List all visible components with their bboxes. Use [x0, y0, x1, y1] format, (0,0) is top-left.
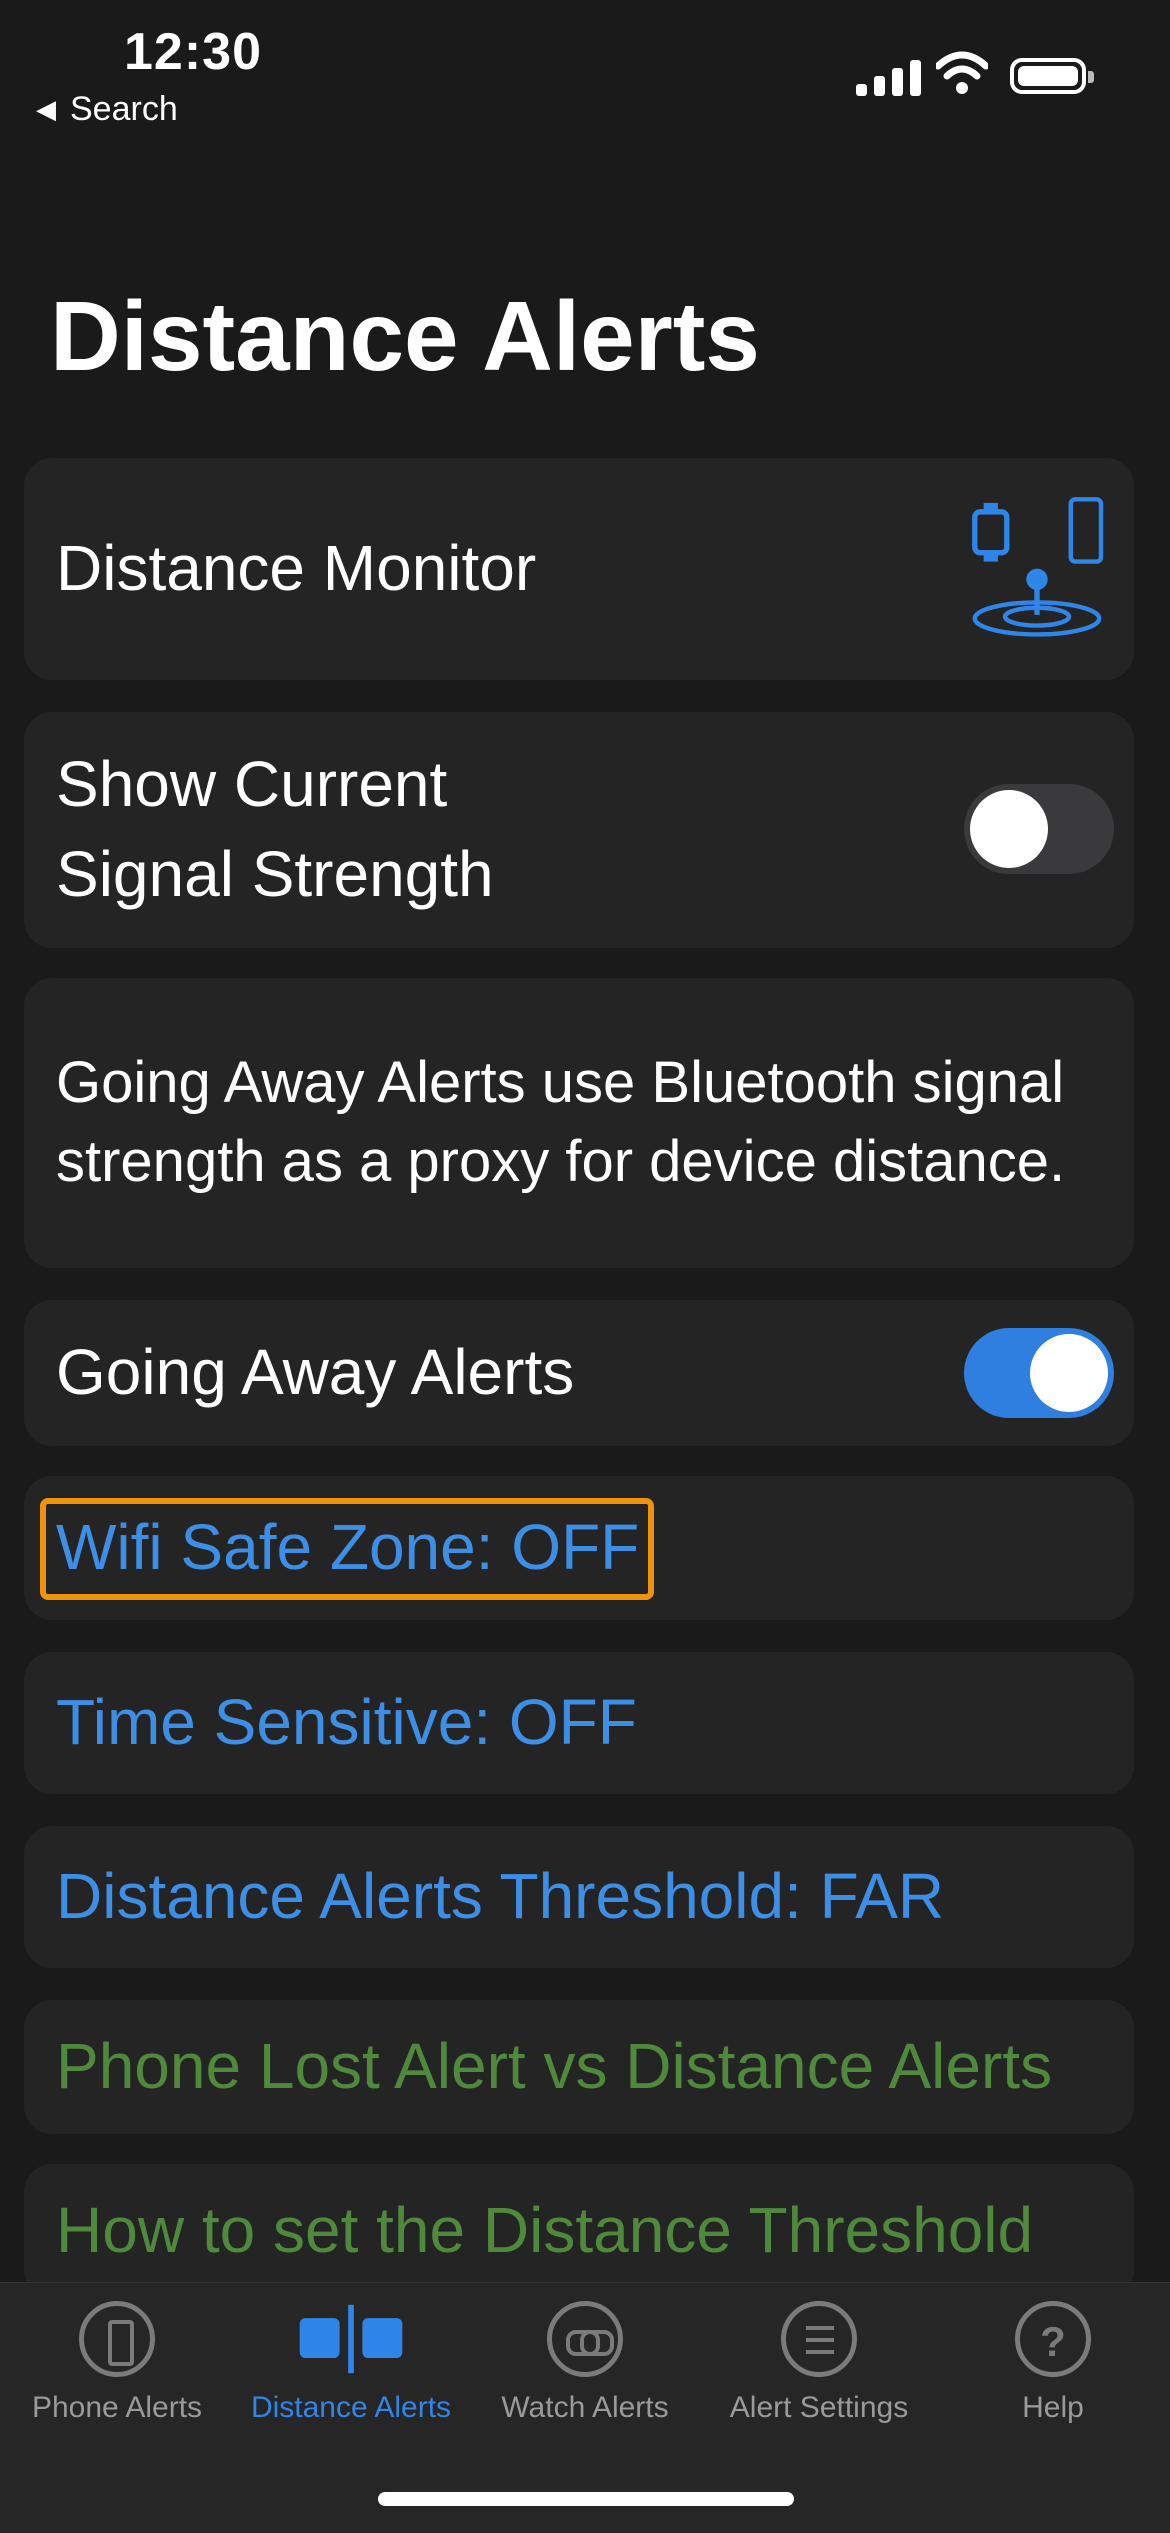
- wifi-icon: [936, 51, 988, 94]
- status-bar: 12:30 ◀ Search: [0, 0, 1170, 140]
- page-title: Distance Alerts: [50, 281, 760, 391]
- list-icon: [781, 2301, 857, 2377]
- clock: 12:30: [124, 23, 262, 81]
- going-away-alerts-toggle[interactable]: [964, 1328, 1114, 1418]
- help-icon: ?: [1015, 2301, 1091, 2377]
- tab-watch-alerts[interactable]: Watch Alerts: [468, 2301, 702, 2425]
- show-signal-label-line2: Signal Strength: [56, 838, 494, 910]
- going-away-alerts-card: Going Away Alerts: [24, 1300, 1134, 1446]
- tab-label: Alert Settings: [729, 2391, 909, 2424]
- distance-monitor-label: Distance Monitor: [56, 532, 537, 605]
- link-icon: [547, 2301, 623, 2377]
- phone-lost-vs-distance-link[interactable]: Phone Lost Alert vs Distance Alerts: [56, 2022, 1052, 2112]
- how-to-set-threshold-link[interactable]: How to set the Distance Threshold: [56, 2186, 1033, 2276]
- cellular-signal-icon: [856, 56, 921, 96]
- distance-icon: [299, 2304, 403, 2374]
- distance-monitor-card[interactable]: Distance Monitor: [24, 458, 1134, 680]
- tab-label: Watch Alerts: [501, 2391, 669, 2424]
- time-sensitive-link[interactable]: Time Sensitive: OFF: [56, 1678, 637, 1768]
- back-label: Search: [70, 90, 178, 128]
- show-signal-strength-card: Show Current Signal Strength: [24, 712, 1134, 948]
- focus-highlight: [40, 1498, 654, 1600]
- back-arrow-icon: ◀: [36, 94, 56, 124]
- battery-icon: [1010, 58, 1094, 94]
- tab-alert-settings[interactable]: Alert Settings: [702, 2301, 936, 2425]
- tab-phone-alerts[interactable]: Phone Alerts: [0, 2301, 234, 2425]
- tab-label: Help: [1022, 2391, 1084, 2424]
- time-sensitive-row[interactable]: Time Sensitive: OFF: [24, 1652, 1134, 1794]
- tab-label: Phone Alerts: [31, 2391, 203, 2424]
- phone-icon: [79, 2301, 155, 2377]
- tab-help[interactable]: ? Help: [936, 2301, 1170, 2425]
- how-to-set-threshold-row[interactable]: How to set the Distance Threshold: [24, 2164, 1134, 2298]
- info-text: Going Away Alerts use Bluetooth signal s…: [56, 1050, 1066, 1194]
- show-signal-strength-toggle[interactable]: [964, 784, 1114, 874]
- info-card: Going Away Alerts use Bluetooth signal s…: [24, 978, 1134, 1268]
- home-indicator: [378, 2492, 794, 2506]
- back-to-search-button[interactable]: ◀ Search: [36, 90, 178, 129]
- distance-threshold-row[interactable]: Distance Alerts Threshold: FAR: [24, 1826, 1134, 1968]
- show-signal-label-line1: Show Current: [56, 748, 448, 821]
- tab-distance-alerts[interactable]: Distance Alerts: [234, 2301, 468, 2425]
- phone-lost-vs-distance-row[interactable]: Phone Lost Alert vs Distance Alerts: [24, 2000, 1134, 2134]
- distance-monitor-icon: [972, 497, 1104, 637]
- distance-threshold-link[interactable]: Distance Alerts Threshold: FAR: [56, 1852, 944, 1942]
- tab-label: Distance Alerts: [250, 2391, 452, 2424]
- going-away-alerts-label: Going Away Alerts: [56, 1336, 575, 1409]
